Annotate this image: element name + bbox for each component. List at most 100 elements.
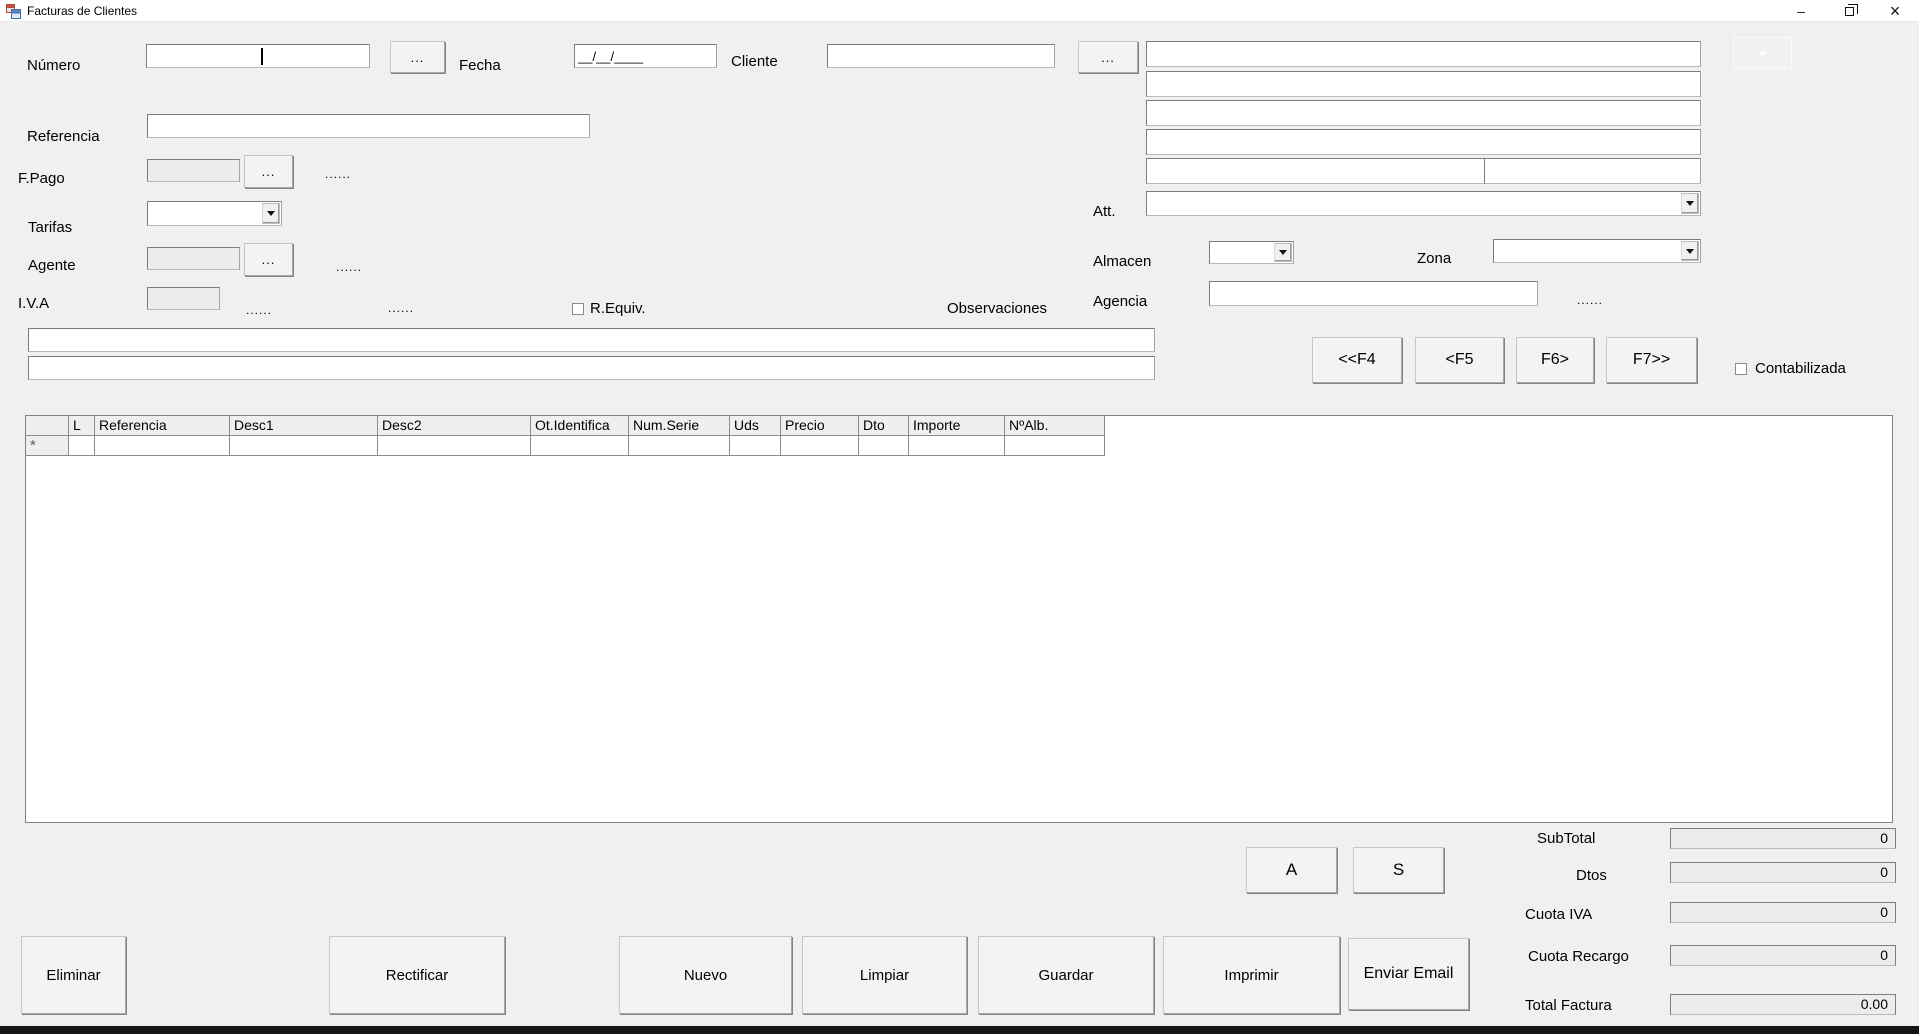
dropdown-arrow-icon[interactable] xyxy=(1274,243,1292,262)
agente-dots-label: ...... xyxy=(336,260,362,274)
cliente-input[interactable] xyxy=(827,44,1055,68)
zona-select[interactable] xyxy=(1493,239,1701,263)
triangle-icon xyxy=(1686,249,1694,254)
almacen-select[interactable] xyxy=(1209,241,1294,264)
restore-icon xyxy=(1845,7,1854,16)
text-caret xyxy=(261,48,263,65)
contabilizada-checkbox[interactable] xyxy=(1735,363,1747,375)
dropdown-arrow-icon[interactable] xyxy=(262,203,280,224)
grid-cell[interactable] xyxy=(909,436,1005,456)
grid-cell[interactable] xyxy=(781,436,859,456)
dropdown-arrow-icon[interactable] xyxy=(1681,241,1699,261)
subtotal-value: 0 xyxy=(1670,828,1896,849)
grid-cell[interactable] xyxy=(629,436,730,456)
iva-dots-label-2: ...... xyxy=(388,301,414,315)
app-icon xyxy=(6,4,21,19)
client-phone-input[interactable] xyxy=(1146,158,1485,184)
column-header-importe[interactable]: Importe xyxy=(909,416,1005,436)
dropdown-arrow-icon[interactable] xyxy=(1681,193,1699,214)
tarifas-select[interactable] xyxy=(147,201,282,226)
dtos-value: 0 xyxy=(1670,862,1896,883)
observaciones-label: Observaciones xyxy=(947,300,1047,317)
agencia-input[interactable] xyxy=(1209,281,1538,306)
s-button[interactable]: S xyxy=(1353,847,1444,893)
guardar-button[interactable]: Guardar xyxy=(978,936,1154,1014)
numero-browse-button[interactable]: ... xyxy=(390,41,445,73)
client-nif-input[interactable] xyxy=(1484,158,1701,184)
nav-f6-button[interactable]: F6> xyxy=(1516,337,1594,383)
facturas-window: { "window": { "title": "Facturas de Clie… xyxy=(0,0,1919,1034)
client-address2-input[interactable] xyxy=(1146,100,1701,126)
agencia-label: Agencia xyxy=(1093,293,1147,310)
nav-f4-button[interactable]: <<F4 xyxy=(1312,337,1402,383)
bottom-edge-bar xyxy=(0,1026,1919,1034)
column-header-numserie[interactable]: Num.Serie xyxy=(629,416,730,436)
nav-f5-button[interactable]: <F5 xyxy=(1415,337,1504,383)
enviar-email-button[interactable]: Enviar Email xyxy=(1348,938,1469,1010)
grid-cell[interactable] xyxy=(531,436,629,456)
grid-cell[interactable] xyxy=(859,436,909,456)
numero-input[interactable] xyxy=(146,44,370,68)
dot-icon xyxy=(1760,51,1765,56)
column-header-otidentifica[interactable]: Ot.Identifica xyxy=(531,416,629,436)
column-header-dto[interactable]: Dto xyxy=(859,416,909,436)
nav-f7-button[interactable]: F7>> xyxy=(1606,337,1697,383)
referencia-input[interactable] xyxy=(147,114,590,138)
eliminar-button[interactable]: Eliminar xyxy=(21,936,126,1014)
grid-cell[interactable] xyxy=(95,436,230,456)
observaciones-input-2[interactable] xyxy=(28,356,1155,380)
grid-cell[interactable] xyxy=(1005,436,1105,456)
agente-browse-button[interactable]: ... xyxy=(244,243,293,276)
numero-label: Número xyxy=(27,57,80,74)
cliente-browse-button[interactable]: ... xyxy=(1078,41,1138,73)
agencia-dots-label: ...... xyxy=(1577,293,1603,307)
triangle-icon xyxy=(267,211,275,216)
column-header-precio[interactable]: Precio xyxy=(781,416,859,436)
grid-new-row: * xyxy=(26,436,1892,456)
column-header-desc1[interactable]: Desc1 xyxy=(230,416,378,436)
imprimir-button[interactable]: Imprimir xyxy=(1163,936,1340,1014)
agente-label: Agente xyxy=(28,257,76,274)
nuevo-button[interactable]: Nuevo xyxy=(619,936,792,1014)
total-factura-value: 0.00 xyxy=(1670,994,1896,1015)
att-select[interactable] xyxy=(1146,191,1701,216)
requiv-label: R.Equiv. xyxy=(590,300,646,317)
column-header-referencia[interactable]: Referencia xyxy=(95,416,230,436)
rectificar-button[interactable]: Rectificar xyxy=(329,936,505,1014)
grid-cell[interactable] xyxy=(69,436,95,456)
column-header-l[interactable]: L xyxy=(69,416,95,436)
fpago-browse-button[interactable]: ... xyxy=(244,155,293,188)
fpago-dots-label: ...... xyxy=(325,167,351,181)
iva-label: I.V.A xyxy=(18,295,49,312)
grid-cell[interactable] xyxy=(730,436,781,456)
fecha-input[interactable] xyxy=(574,44,717,68)
client-name-input[interactable] xyxy=(1146,41,1701,67)
limpiar-button[interactable]: Limpiar xyxy=(802,936,967,1014)
agente-input[interactable] xyxy=(147,247,240,270)
observaciones-input-1[interactable] xyxy=(28,328,1155,352)
referencia-label: Referencia xyxy=(27,128,100,145)
grid-cell[interactable] xyxy=(230,436,378,456)
minimize-button[interactable]: – xyxy=(1786,0,1816,22)
title-bar: Facturas de Clientes – × xyxy=(0,0,1919,22)
subtotal-label: SubTotal xyxy=(1537,830,1595,847)
cuota-recargo-value: 0 xyxy=(1670,945,1896,966)
column-header-desc2[interactable]: Desc2 xyxy=(378,416,531,436)
restore-button[interactable] xyxy=(1834,0,1864,22)
client-city-input[interactable] xyxy=(1146,129,1701,155)
column-header-rowselector[interactable] xyxy=(26,416,69,436)
hidden-button[interactable] xyxy=(1733,37,1792,69)
iva-input[interactable] xyxy=(147,287,220,310)
fpago-input[interactable] xyxy=(147,159,240,182)
column-header-uds[interactable]: Uds xyxy=(730,416,781,436)
requiv-checkbox[interactable] xyxy=(572,303,584,315)
column-header-nalb[interactable]: NºAlb. xyxy=(1005,416,1105,436)
a-button[interactable]: A xyxy=(1246,847,1337,893)
client-address-input[interactable] xyxy=(1146,71,1701,97)
grid-cell[interactable] xyxy=(378,436,531,456)
close-button[interactable]: × xyxy=(1880,0,1910,22)
att-label: Att. xyxy=(1093,203,1116,220)
cuota-iva-label: Cuota IVA xyxy=(1525,906,1592,923)
grid-header-row: L Referencia Desc1 Desc2 Ot.Identifica N… xyxy=(26,416,1892,436)
tarifas-label: Tarifas xyxy=(28,219,72,236)
